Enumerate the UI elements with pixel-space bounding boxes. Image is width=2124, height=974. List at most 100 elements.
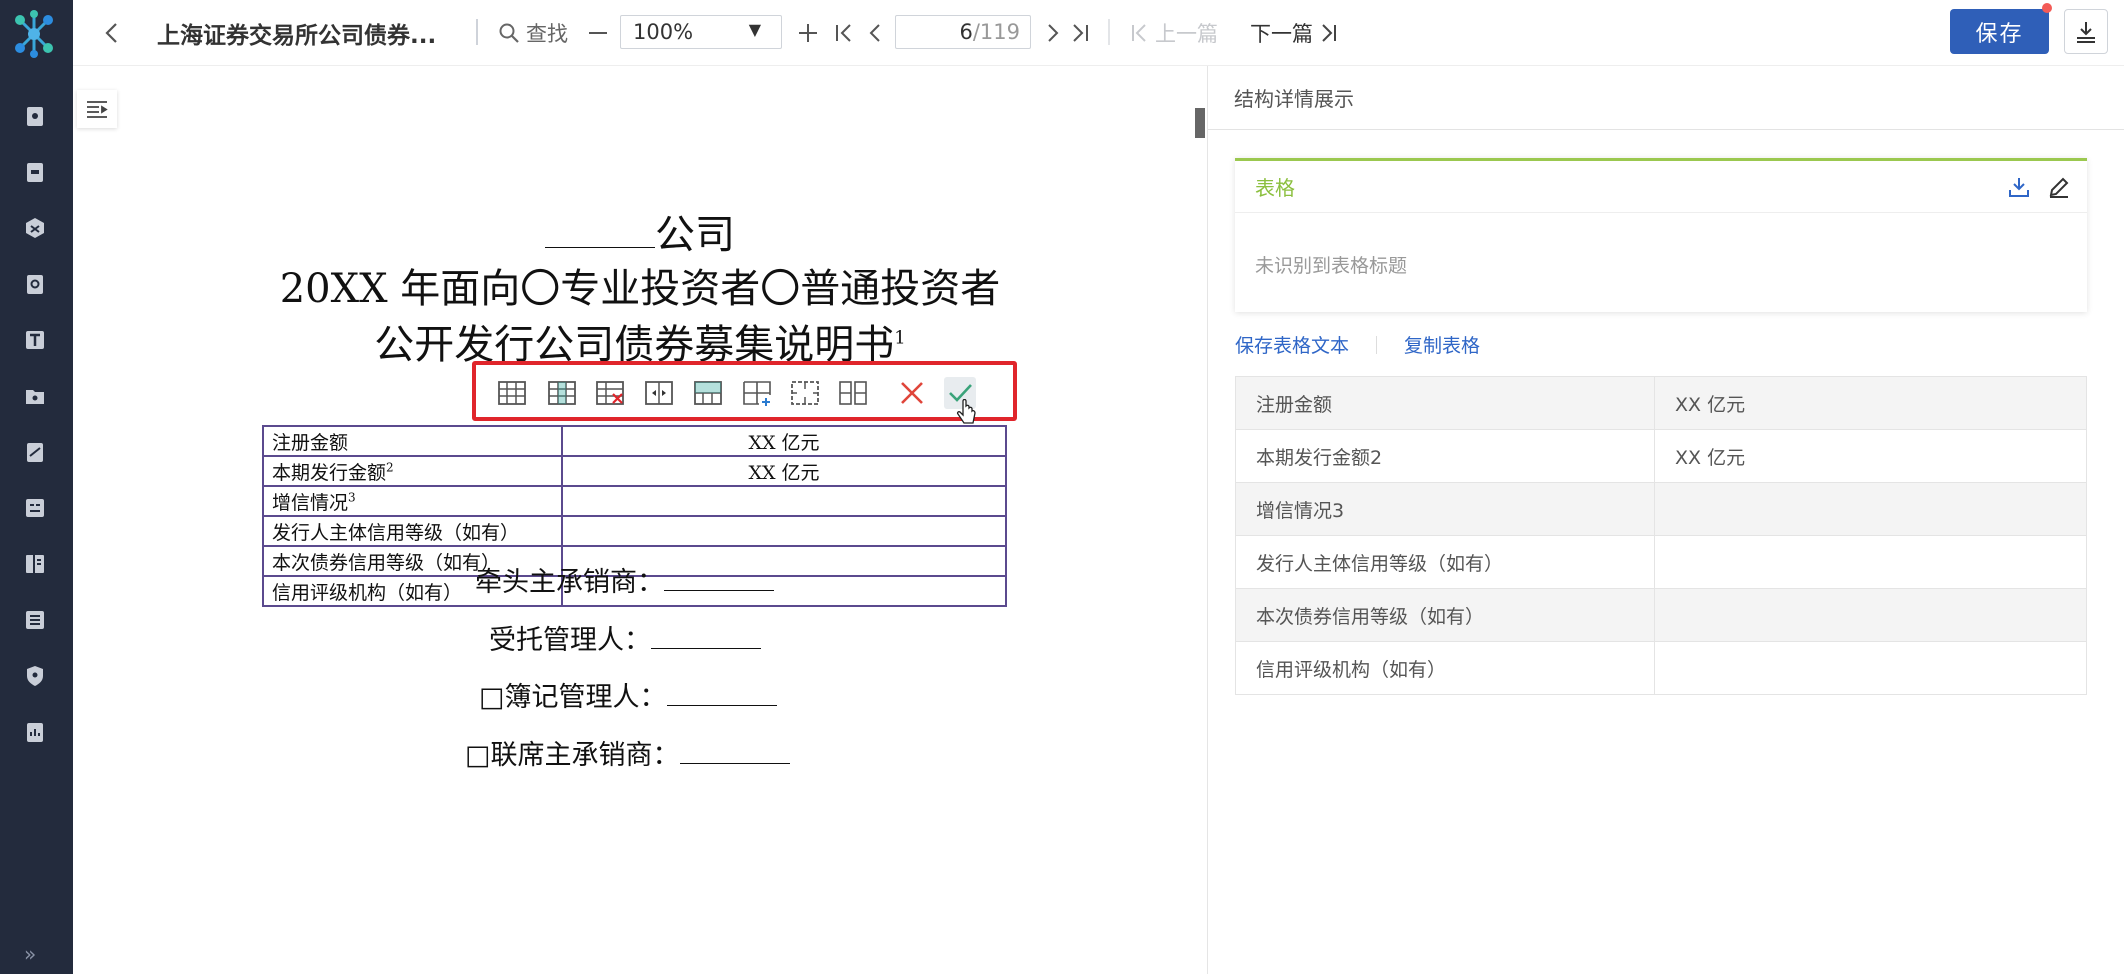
- table-cell-value: [561, 485, 1007, 517]
- list-icon[interactable]: [21, 606, 49, 634]
- text-icon[interactable]: [21, 326, 49, 354]
- table-cell-value: XX 亿元: [561, 455, 1007, 487]
- table-row[interactable]: 信用评级机构（如有）: [1235, 641, 2087, 695]
- back-icon[interactable]: [103, 0, 121, 66]
- table-cell-value: XX 亿元: [561, 425, 1007, 457]
- table-cell-key: 增信情况3: [262, 485, 563, 517]
- download-button[interactable]: [2064, 9, 2108, 54]
- box-icon[interactable]: [21, 214, 49, 242]
- table-edit-toolbar: [472, 361, 1017, 424]
- merge-cells-icon[interactable]: [789, 377, 821, 409]
- next-page-icon[interactable]: [1045, 0, 1061, 66]
- table-cell-key[interactable]: 注册金额: [1235, 376, 1655, 430]
- toolbar-divider: [476, 19, 478, 45]
- sig-bookrunner: □簿记管理人：: [479, 675, 777, 714]
- table-row: 注册金额 XX 亿元: [262, 425, 1007, 457]
- save-button[interactable]: 保存: [1950, 9, 2049, 54]
- find-button[interactable]: 查找: [498, 0, 568, 66]
- split-column-icon[interactable]: [643, 377, 675, 409]
- prev-page-icon[interactable]: [867, 0, 883, 66]
- structure-detail-panel: 结构详情展示 表格 未识别到表格标题 保存表格文本 复制表格 注册金额 XX 亿元…: [1207, 66, 2124, 974]
- link-divider: [1376, 335, 1378, 354]
- doc-heading-company: 公司: [73, 202, 1207, 260]
- delete-column-icon[interactable]: [594, 377, 626, 409]
- table-card: 表格 未识别到表格标题: [1235, 158, 2087, 312]
- doc-stats-icon[interactable]: [21, 718, 49, 746]
- export-icon[interactable]: [2007, 175, 2031, 199]
- edit-icon[interactable]: [2047, 175, 2071, 199]
- table-cell-value[interactable]: [1654, 641, 2087, 695]
- company-blank: [545, 214, 655, 248]
- table-row[interactable]: 注册金额 XX 亿元: [1235, 376, 2087, 430]
- panel-title: 结构详情展示: [1208, 66, 2124, 130]
- doc-edit-icon[interactable]: [21, 158, 49, 186]
- expand-rail-icon[interactable]: »: [24, 942, 36, 966]
- insert-row-icon[interactable]: [496, 377, 528, 409]
- document-viewer: 公司 20XX 年面向〇专业投资者〇普通投资者 公开发行公司债券募集说明书1 注…: [73, 66, 1207, 974]
- table-row[interactable]: 发行人主体信用等级（如有）: [1235, 535, 2087, 589]
- next-doc-label: 下一篇: [1250, 22, 1313, 46]
- card-placeholder: 未识别到表格标题: [1255, 255, 1408, 277]
- table-cell-key[interactable]: 信用评级机构（如有）: [1235, 641, 1655, 695]
- shield-icon[interactable]: [21, 662, 49, 690]
- doc-sign-icon[interactable]: [21, 438, 49, 466]
- zoom-in-icon[interactable]: [797, 0, 819, 66]
- page-number-input[interactable]: 6/119: [895, 15, 1031, 49]
- total-pages: /119: [972, 20, 1020, 44]
- add-cell-icon[interactable]: [741, 377, 773, 409]
- table-cell-key: 注册金额: [262, 425, 563, 457]
- insert-column-icon[interactable]: [546, 377, 578, 409]
- top-toolbar: 上海证券交易所公司债券... 查找 100% ▼ 6/119 上一篇 下一篇: [73, 0, 2124, 66]
- split-cells-icon[interactable]: [837, 377, 869, 409]
- sig-trustee: 受托管理人：: [489, 618, 761, 657]
- table-cell-key[interactable]: 增信情况3: [1235, 482, 1655, 536]
- save-table-text-link[interactable]: 保存表格文本: [1235, 331, 1349, 358]
- doc-search-icon[interactable]: [21, 270, 49, 298]
- document-title: 上海证券交易所公司债券...: [157, 23, 437, 49]
- doc-settings-icon[interactable]: [21, 102, 49, 130]
- table-row: 发行人主体信用等级（如有）: [262, 515, 1007, 547]
- outline-toggle-icon[interactable]: [77, 90, 117, 128]
- pane-resize-handle[interactable]: [1195, 108, 1205, 138]
- notification-dot: [2042, 3, 2052, 13]
- next-doc-button[interactable]: 下一篇: [1250, 0, 1339, 66]
- table-cell-value: [561, 515, 1007, 547]
- table-row[interactable]: 增信情况3: [1235, 482, 2087, 536]
- compare-icon[interactable]: [21, 494, 49, 522]
- table-cell-key: 发行人主体信用等级（如有）: [262, 515, 563, 547]
- zoom-select[interactable]: 100% ▼: [620, 15, 782, 49]
- next-doc-icon: [1322, 24, 1336, 42]
- table-row: 本期发行金额2 XX 亿元: [262, 455, 1007, 487]
- table-cell-value[interactable]: [1654, 535, 2087, 589]
- current-page: 6: [959, 20, 973, 44]
- last-page-icon[interactable]: [1069, 0, 1091, 66]
- table-cell-value[interactable]: XX 亿元: [1654, 429, 2087, 483]
- folder-icon[interactable]: [21, 382, 49, 410]
- zoom-value: 100%: [633, 20, 694, 44]
- table-cell-key[interactable]: 本期发行金额2: [1235, 429, 1655, 483]
- table-cell-value[interactable]: [1654, 482, 2087, 536]
- table-cell-value[interactable]: [1654, 588, 2087, 642]
- table-cell-key[interactable]: 本次债券信用等级（如有）: [1235, 588, 1655, 642]
- table-cell-value[interactable]: XX 亿元: [1654, 376, 2087, 430]
- merge-row-icon[interactable]: [692, 377, 724, 409]
- structure-table: 注册金额 XX 亿元 本期发行金额2 XX 亿元 增信情况3 发行人主体信用等级（如有）本…: [1235, 376, 2087, 695]
- find-label: 查找: [526, 22, 568, 46]
- book-icon[interactable]: [21, 550, 49, 578]
- prev-doc-button[interactable]: 上一篇: [1129, 0, 1218, 66]
- prev-doc-icon: [1132, 24, 1146, 42]
- sig-lead-underwriter: 牵头主承销商：: [475, 560, 774, 599]
- table-row[interactable]: 本期发行金额2 XX 亿元: [1235, 429, 2087, 483]
- search-icon: [499, 23, 519, 43]
- first-page-icon[interactable]: [833, 0, 855, 66]
- table-row[interactable]: 本次债券信用等级（如有）: [1235, 588, 2087, 642]
- cancel-icon[interactable]: [896, 377, 928, 409]
- table-cell-key[interactable]: 发行人主体信用等级（如有）: [1235, 535, 1655, 589]
- left-nav-rail: »: [0, 0, 73, 974]
- card-title: 表格: [1255, 176, 1295, 200]
- prev-doc-label: 上一篇: [1155, 22, 1218, 46]
- download-icon: [2077, 21, 2095, 43]
- zoom-out-icon[interactable]: [587, 0, 609, 66]
- toolbar-divider: [1108, 19, 1110, 45]
- copy-table-link[interactable]: 复制表格: [1404, 331, 1480, 358]
